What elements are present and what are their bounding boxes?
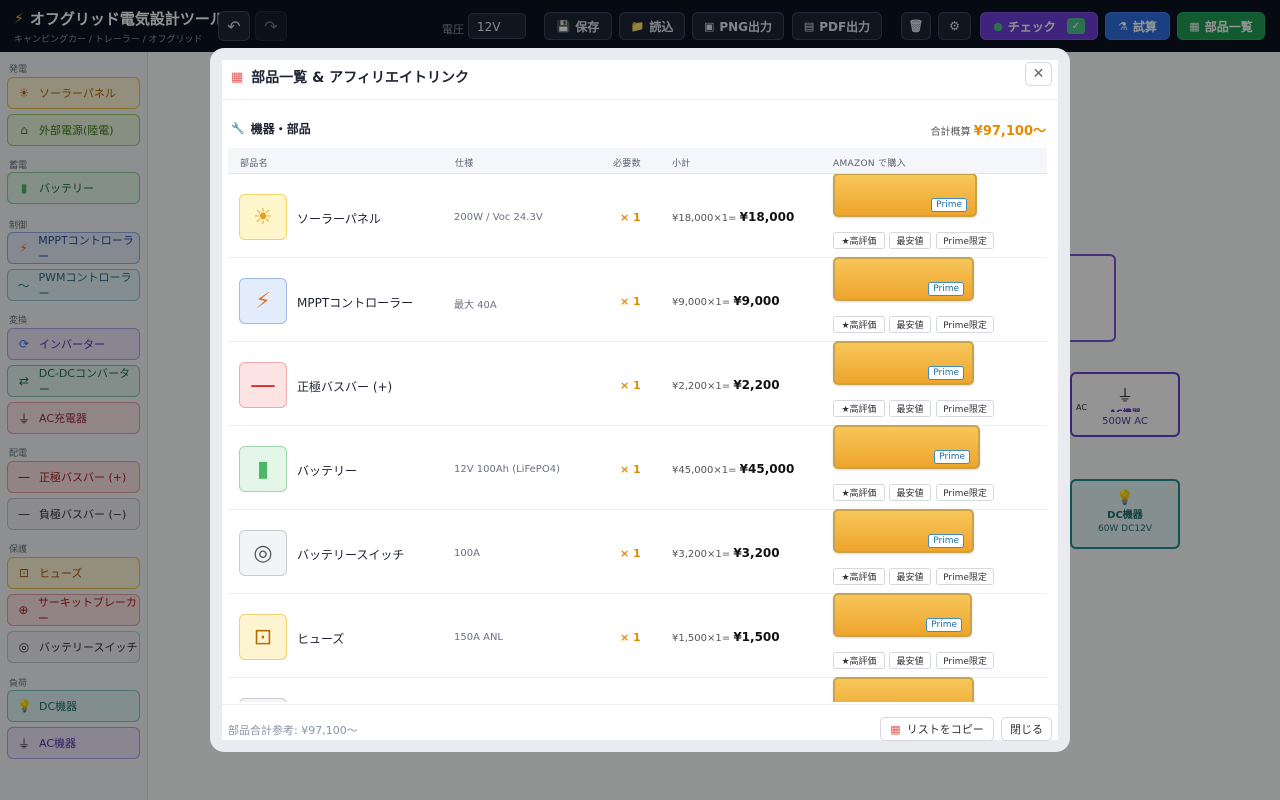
tag-prime-only[interactable]: Prime限定 <box>936 652 994 669</box>
row-subtotal: ¥45,000×1= ¥45,000 <box>672 462 795 476</box>
tag-top-rated[interactable]: ★高評価 <box>833 568 885 585</box>
prime-badge: Prime <box>926 618 962 632</box>
wrench-icon: 🔧 <box>231 122 245 135</box>
tag-lowest-price[interactable]: 最安値 <box>889 568 931 585</box>
prime-badge: Prime <box>928 282 964 296</box>
table-header: 部品名 仕様 必要数 小計 AMAZON で購入 <box>228 148 1047 174</box>
column-header-name: 部品名 <box>240 159 268 169</box>
estimated-total: 合計概算 ¥97,100〜 <box>930 124 1046 139</box>
tag-lowest-price[interactable]: 最安値 <box>889 316 931 333</box>
prime-badge: Prime <box>928 366 964 380</box>
parts-table-body[interactable]: ☀ ソーラーパネル 200W / Voc 24.3V × 1 ¥18,000×1… <box>228 174 1047 702</box>
battery-icon: ▮ <box>239 446 287 492</box>
table-row: ▮ バッテリー 12V 100Ah (LiFePO4) × 1 ¥45,000×… <box>228 425 1047 510</box>
row-subtotal: ¥1,500×1= ¥1,500 <box>672 630 780 644</box>
tag-lowest-price[interactable]: 最安値 <box>889 400 931 417</box>
table-row: — 正極バスバー (+) × 1 ¥2,200×1= ¥2,200 Prime … <box>228 341 1047 426</box>
table-row <box>228 677 1047 702</box>
bolt-icon: ⚡ <box>239 278 287 324</box>
section-title: 🔧 機器・部品 <box>231 122 311 136</box>
amazon-buy-button[interactable]: Prime <box>833 174 977 217</box>
modal-footer: 部品合計参考: ¥97,100〜 ▦ リストをコピー 閉じる <box>222 704 1058 741</box>
prime-badge: Prime <box>934 450 970 464</box>
tag-top-rated[interactable]: ★高評価 <box>833 316 885 333</box>
clipboard-icon: ▦ <box>231 69 244 85</box>
tag-prime-only[interactable]: Prime限定 <box>936 316 994 333</box>
prime-badge: Prime <box>928 534 964 548</box>
amazon-buy-button[interactable]: Prime <box>833 425 980 469</box>
amazon-buy-button[interactable] <box>833 677 974 702</box>
tag-prime-only[interactable]: Prime限定 <box>936 232 994 249</box>
busbar-icon: — <box>239 362 287 408</box>
row-subtotal: ¥18,000×1= ¥18,000 <box>672 210 795 224</box>
tag-prime-only[interactable]: Prime限定 <box>936 484 994 501</box>
row-subtotal: ¥3,200×1= ¥3,200 <box>672 546 780 560</box>
sun-icon: ☀ <box>239 194 287 240</box>
fuse-icon: ⊡ <box>239 614 287 660</box>
prime-badge: Prime <box>931 198 967 212</box>
copy-list-button[interactable]: ▦ リストをコピー <box>880 717 994 741</box>
row-subtotal: ¥2,200×1= ¥2,200 <box>672 378 780 392</box>
close-icon: ✕ <box>1032 66 1045 82</box>
tag-top-rated[interactable]: ★高評価 <box>833 652 885 669</box>
clipboard-icon: ▦ <box>890 722 901 736</box>
tag-top-rated[interactable]: ★高評価 <box>833 400 885 417</box>
modal-body: ▦ 部品一覧 & アフィリエイトリンク ✕ 🔧 機器・部品 合計概算 ¥97,1… <box>222 60 1058 741</box>
tag-top-rated[interactable]: ★高評価 <box>833 232 885 249</box>
parts-list-modal: ▦ 部品一覧 & アフィリエイトリンク ✕ 🔧 機器・部品 合計概算 ¥97,1… <box>210 48 1070 752</box>
tag-lowest-price[interactable]: 最安値 <box>889 484 931 501</box>
tag-lowest-price[interactable]: 最安値 <box>889 652 931 669</box>
switch-icon: ◎ <box>239 530 287 576</box>
modal-title: ▦ 部品一覧 & アフィリエイトリンク <box>231 69 469 87</box>
close-button[interactable]: 閉じる <box>1001 717 1052 741</box>
footer-total: 部品合計参考: ¥97,100〜 <box>228 724 358 737</box>
column-header-spec: 仕様 <box>455 159 474 169</box>
table-row: ☀ ソーラーパネル 200W / Voc 24.3V × 1 ¥18,000×1… <box>228 174 1047 258</box>
amazon-buy-button[interactable]: Prime <box>833 509 974 553</box>
column-header-amazon: AMAZON で購入 <box>833 159 906 169</box>
row-subtotal: ¥9,000×1= ¥9,000 <box>672 294 780 308</box>
modal-header: ▦ 部品一覧 & アフィリエイトリンク ✕ <box>222 60 1058 100</box>
part-icon <box>239 698 287 702</box>
amazon-buy-button[interactable]: Prime <box>833 257 974 301</box>
amazon-buy-button[interactable]: Prime <box>833 341 974 385</box>
table-row: ◎ バッテリースイッチ 100A × 1 ¥3,200×1= ¥3,200 Pr… <box>228 509 1047 594</box>
tag-top-rated[interactable]: ★高評価 <box>833 484 885 501</box>
tag-lowest-price[interactable]: 最安値 <box>889 232 931 249</box>
table-row: ⚡ MPPTコントローラー 最大 40A × 1 ¥9,000×1= ¥9,00… <box>228 257 1047 342</box>
tag-prime-only[interactable]: Prime限定 <box>936 400 994 417</box>
amazon-buy-button[interactable]: Prime <box>833 593 972 637</box>
column-header-qty: 必要数 <box>613 159 641 169</box>
close-icon-button[interactable]: ✕ <box>1025 62 1052 86</box>
column-header-subtotal: 小計 <box>672 159 691 169</box>
table-row: ⊡ ヒューズ 150A ANL × 1 ¥1,500×1= ¥1,500 Pri… <box>228 593 1047 678</box>
tag-prime-only[interactable]: Prime限定 <box>936 568 994 585</box>
